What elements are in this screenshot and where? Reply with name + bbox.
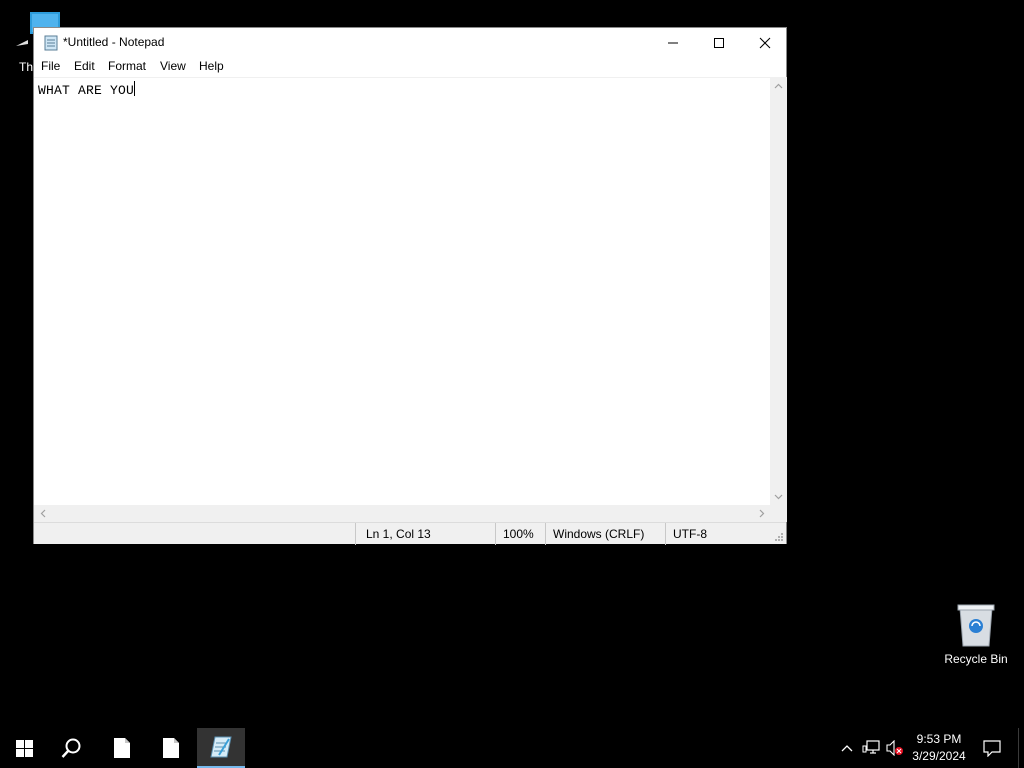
taskbar-file-button[interactable] — [147, 728, 195, 768]
menu-help[interactable]: Help — [199, 59, 224, 73]
menu-file[interactable]: File — [41, 59, 60, 73]
action-center-button[interactable] — [983, 739, 1001, 757]
notification-icon — [983, 739, 1001, 757]
menu-format[interactable]: Format — [108, 59, 146, 73]
start-button[interactable] — [0, 728, 48, 768]
show-hidden-icons-button[interactable] — [838, 739, 856, 757]
menu-view[interactable]: View — [160, 59, 186, 73]
notepad-window: *Untitled - Notepad File Edit Format Vie… — [33, 27, 787, 545]
taskbar-notepad-button[interactable] — [197, 728, 245, 768]
notepad-icon — [44, 35, 58, 51]
status-cursor-position: Ln 1, Col 13 — [366, 527, 431, 541]
notepad-icon — [210, 736, 232, 758]
clock-date: 3/29/2024 — [912, 749, 966, 763]
title-bar[interactable]: *Untitled - Notepad — [34, 28, 786, 57]
minimize-icon — [668, 42, 678, 43]
status-encoding: UTF-8 — [673, 527, 707, 541]
chevron-up-icon — [774, 83, 783, 88]
scrollbar-corner — [770, 505, 787, 522]
close-button[interactable] — [742, 28, 788, 57]
recycle-bin-desktop-icon[interactable]: Recycle Bin — [938, 600, 1014, 672]
search-button[interactable] — [48, 728, 96, 768]
status-divider — [495, 523, 496, 545]
text-editor-area[interactable]: WHAT ARE YOU — [34, 77, 770, 505]
scroll-left-arrow[interactable] — [34, 505, 51, 522]
minimize-button[interactable] — [650, 28, 696, 57]
status-bar: Ln 1, Col 13 100% Windows (CRLF) UTF-8 — [34, 522, 786, 545]
network-icon — [862, 740, 880, 754]
vertical-scrollbar[interactable] — [770, 77, 787, 505]
status-line-ending: Windows (CRLF) — [553, 527, 645, 541]
menu-bar: File Edit Format View Help — [34, 57, 786, 77]
scroll-down-arrow[interactable] — [770, 488, 787, 505]
status-divider — [665, 523, 666, 545]
network-tray-button[interactable] — [862, 739, 880, 757]
recycle-bin-icon — [957, 604, 995, 647]
chevron-up-icon — [841, 745, 853, 752]
recycle-bin-label: Recycle Bin — [944, 652, 1008, 666]
maximize-button[interactable] — [696, 28, 742, 57]
scroll-right-arrow[interactable] — [753, 505, 770, 522]
chevron-down-icon — [774, 494, 783, 499]
window-title: *Untitled - Notepad — [63, 35, 165, 49]
text-caret — [134, 81, 136, 96]
status-divider — [545, 523, 546, 545]
windows-logo-icon — [15, 739, 33, 757]
clock-time: 9:53 PM — [916, 732, 962, 746]
status-divider — [355, 523, 356, 545]
horizontal-scrollbar[interactable] — [34, 505, 770, 522]
menu-edit[interactable]: Edit — [74, 59, 95, 73]
resize-grip-icon[interactable] — [774, 532, 784, 542]
show-desktop-divider[interactable] — [1018, 728, 1019, 768]
file-icon — [114, 738, 130, 758]
chevron-right-icon — [759, 509, 764, 518]
taskbar: 9:53 PM 3/29/2024 — [0, 728, 1024, 768]
maximize-icon — [714, 37, 724, 48]
close-icon — [759, 37, 771, 48]
file-icon — [163, 738, 179, 758]
taskbar-clock[interactable]: 9:53 PM 3/29/2024 — [902, 731, 976, 765]
status-zoom: 100% — [503, 527, 534, 541]
editor-text[interactable]: WHAT ARE YOU — [38, 81, 136, 98]
editor-content: WHAT ARE YOU — [38, 83, 135, 98]
scroll-up-arrow[interactable] — [770, 77, 787, 94]
taskbar-file-button[interactable] — [98, 728, 146, 768]
chevron-left-icon — [40, 509, 45, 518]
search-icon — [61, 738, 81, 758]
